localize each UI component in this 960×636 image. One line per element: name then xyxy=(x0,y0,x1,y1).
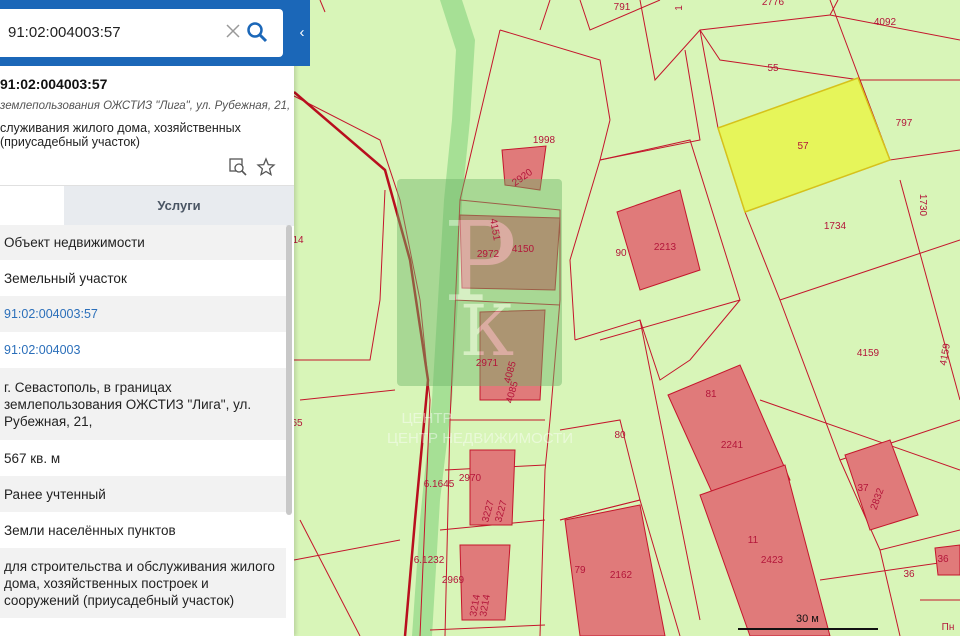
parcel-label: 57 xyxy=(797,141,809,152)
parcel-label: 1998 xyxy=(533,135,556,146)
parcel-label: 6.1232 xyxy=(414,555,445,566)
scale-line xyxy=(738,628,878,630)
parcel-label: 1730 xyxy=(917,194,928,217)
row-category: Земли населённых пунктов xyxy=(4,522,176,538)
attribute-list: Объект недвижимости Земельный участок 91… xyxy=(0,225,286,618)
panel-tabs: Услуги xyxy=(0,185,294,226)
parcel-label: 2971 xyxy=(476,358,499,369)
parcel-label: 1734 xyxy=(824,221,847,232)
parcel-label: 6.1645 xyxy=(424,479,455,490)
parcel-label: 2213 xyxy=(654,242,677,253)
panel-scrollbar[interactable] xyxy=(286,225,292,515)
search-icon[interactable] xyxy=(245,20,269,44)
parcel-label: 4092 xyxy=(874,17,897,28)
row-permitted-use: для строительства и обслуживания жилого … xyxy=(0,548,286,618)
parcel-label: 2970 xyxy=(459,473,482,484)
address-line: землепользования ОЖСТИЗ "Лига", ул. Рубе… xyxy=(0,100,291,112)
parcel-label: 37 xyxy=(857,483,869,494)
row-address: г. Севастополь, в границах землепользова… xyxy=(0,368,286,440)
tab-services[interactable]: Услуги xyxy=(64,186,294,226)
parcel-label: 2241 xyxy=(721,440,744,451)
scale-bar: 30 м xyxy=(738,612,878,632)
row-area: 567 кв. м xyxy=(4,450,61,466)
favorite-star-icon[interactable] xyxy=(256,157,276,177)
parcel-label: 79 xyxy=(574,565,586,576)
parcel-label: 2423 xyxy=(761,555,784,566)
zoom-to-object-icon[interactable] xyxy=(228,157,248,177)
parcel-label: Пн xyxy=(942,622,955,633)
parcel-label: 90 xyxy=(615,248,627,259)
panel-title: 91:02:004003:57 xyxy=(0,76,108,92)
parcel-label: 36 xyxy=(937,554,949,565)
parcel-label: 797 xyxy=(896,118,913,129)
search-box: 91:02:004003:57 xyxy=(0,9,283,57)
parcel-label: 81 xyxy=(705,389,717,400)
row-parcel-type: Земельный участок xyxy=(4,270,127,286)
parcel-label: 791 xyxy=(614,2,631,13)
parcel-label: 2776 xyxy=(762,0,785,8)
parcel-label: 2972 xyxy=(477,249,500,260)
collapse-panel-button[interactable]: ‹ xyxy=(294,20,310,46)
row-cadastral-number-link[interactable]: 91:02:004003:57 xyxy=(0,296,286,332)
watermark-text: ЦЕНТР НЕДВИЖИМОСТИ xyxy=(387,430,573,447)
use-line: служивания жилого дома, хозяйственных (п… xyxy=(0,121,241,149)
search-bar: 91:02:004003:57 ‹ xyxy=(0,0,310,66)
parcel-label: 36 xyxy=(903,569,915,580)
parcel-label: 11 xyxy=(748,535,759,546)
tab-info[interactable] xyxy=(0,186,64,226)
row-object-type: Объект недвижимости xyxy=(0,225,286,260)
parcel-label: 55 xyxy=(767,63,779,74)
scale-label: 30 м xyxy=(796,613,819,625)
clear-icon[interactable] xyxy=(223,21,243,41)
parcel-label: 80 xyxy=(614,430,626,441)
parcel-label: 4159 xyxy=(857,348,880,359)
parcel-label: 2969 xyxy=(442,575,465,586)
row-quarter-link[interactable]: 91:02:004003 xyxy=(0,332,286,368)
parcel-label: 1 xyxy=(674,5,685,11)
parcel-label: 2162 xyxy=(610,570,633,581)
search-input[interactable]: 91:02:004003:57 xyxy=(8,24,121,41)
parcel-label: 4150 xyxy=(512,244,535,255)
parcel-label: 14 xyxy=(292,235,304,246)
row-status: Ранее учтенный xyxy=(0,476,286,512)
svg-text:ЦЕНТР: ЦЕНТР xyxy=(401,410,452,427)
info-panel: 91:02:004003:57 землепользования ОЖСТИЗ … xyxy=(0,0,294,636)
